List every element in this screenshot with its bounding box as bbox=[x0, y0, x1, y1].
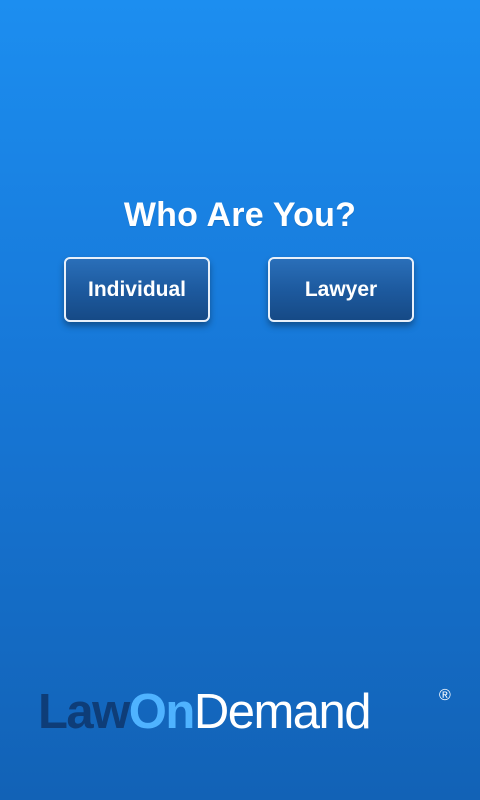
individual-button-label: Individual bbox=[87, 277, 186, 301]
page-title: Who Are You? bbox=[123, 196, 357, 234]
lawyer-button-label: Lawyer bbox=[304, 277, 378, 301]
individual-button[interactable]: Individual bbox=[64, 257, 210, 322]
lawondemand-logo: LawOnDemand ® bbox=[38, 682, 458, 742]
lawyer-button[interactable]: Lawyer bbox=[268, 257, 414, 322]
logo-text-law: Law bbox=[38, 685, 130, 739]
app-screen: Who Are You? Individual Lawyer LawOnDema… bbox=[0, 0, 480, 800]
logo-text-on: On bbox=[128, 685, 196, 739]
logo-text-demand: Demand bbox=[193, 685, 372, 739]
registered-mark-icon: ® bbox=[439, 687, 451, 704]
